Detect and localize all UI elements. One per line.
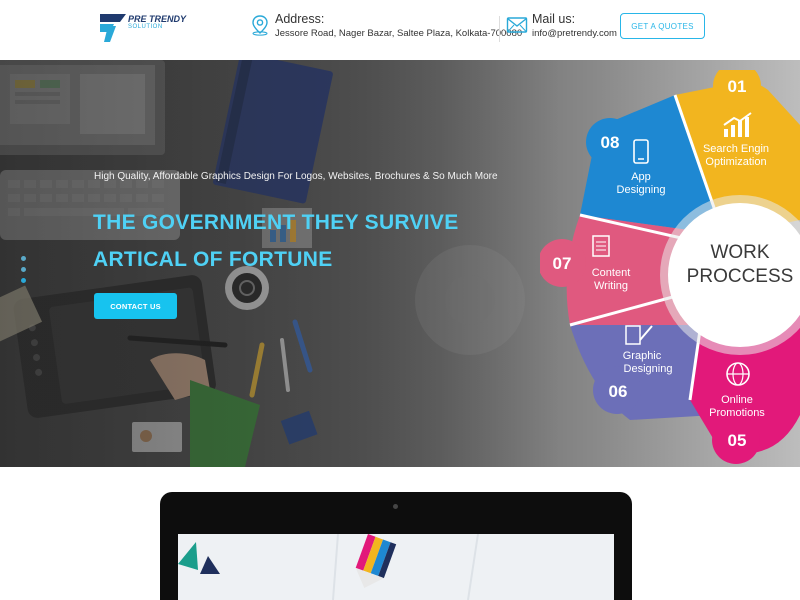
address-value: Jessore Road, Nager Bazar, Saltee Plaza,… [275,28,523,39]
laptop-screen [178,534,614,600]
header-divider [499,16,500,42]
logo-name: PRE TRENDY [128,14,187,24]
site-header: PRE TRENDY SOLUTION Address: Jessore Roa… [0,0,800,60]
camera-dot [393,504,398,509]
step-07-number: 07 [553,254,572,273]
mail-block: Mail us: info@pretrendy.com [506,10,617,50]
envelope-icon [506,17,528,33]
step-01-label-2: Optimization [705,156,766,168]
step-07-label-1: Content [592,267,631,279]
slider-dot-2[interactable] [21,267,26,272]
get-quotes-button[interactable]: GET A QUOTES [620,13,705,39]
slider-dots [21,256,27,286]
step-08-number: 08 [601,133,620,152]
work-process-wheel: WORK PROCCESS 01 Search Engin Optimizati… [540,70,800,464]
step-08-label-1: App [631,171,651,183]
step-06-label-1: Graphic [623,350,662,362]
laptop-screen-illustration [178,534,614,600]
contact-us-button[interactable]: CONTACT US [94,293,177,319]
step-01-label-1: Search Engin [703,143,769,155]
step-06-number: 06 [609,382,628,401]
hero-tagline: High Quality, Affordable Graphics Design… [94,171,498,182]
site-logo[interactable]: PRE TRENDY SOLUTION [98,12,188,44]
wheel-center-line-1: WORK [710,242,769,263]
hero-slider: High Quality, Affordable Graphics Design… [0,60,800,467]
mail-value[interactable]: info@pretrendy.com [532,28,617,39]
step-01-number: 01 [728,77,747,96]
hero-title-line-2: ARTICAL OF FORTUNE [93,248,333,271]
step-05-label-1: Online [721,394,753,406]
logo-mark-icon [100,14,126,42]
address-block: Address: Jessore Road, Nager Bazar, Salt… [249,10,522,50]
step-06-label-2: Designing [624,363,673,375]
hero-title-line-1: THE GOVERNMENT THEY SURVIVE [93,211,459,234]
step-07-label-2: Writing [594,280,628,292]
slider-dot-1[interactable] [21,256,26,261]
mail-label: Mail us: [532,12,576,26]
wheel-center-line-2: PROCCESS [687,266,794,287]
slider-dot-3[interactable] [21,278,26,283]
map-pin-icon [252,15,268,36]
step-05-label-2: Promotions [709,407,765,419]
hero-title: THE GOVERNMENT THEY SURVIVE ARTICAL OF F… [93,204,459,278]
step-05-number: 05 [728,431,747,450]
laptop-mockup [160,492,632,600]
address-label: Address: [275,12,325,26]
step-08-label-2: Designing [617,184,666,196]
logo-sub: SOLUTION [128,24,163,30]
